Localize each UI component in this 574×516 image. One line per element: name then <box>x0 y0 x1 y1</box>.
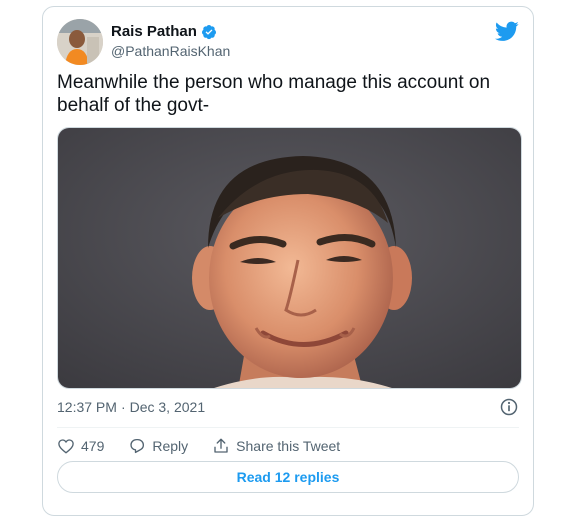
tweet-timestamp[interactable]: 12:37 PM · Dec 3, 2021 <box>57 399 205 415</box>
info-icon[interactable] <box>499 397 519 417</box>
verified-badge-icon <box>201 24 216 39</box>
author-name[interactable]: Rais Pathan <box>111 22 197 41</box>
tweet-header: Rais Pathan @PathanRaisKhan <box>57 19 521 67</box>
reply-button[interactable]: Reply <box>128 437 188 455</box>
author-handle[interactable]: @PathanRaisKhan <box>111 42 230 60</box>
share-icon <box>214 438 228 453</box>
share-label: Share this Tweet <box>236 438 341 454</box>
media-image <box>58 128 521 388</box>
twitter-bird-icon[interactable] <box>495 19 519 43</box>
like-count: 479 <box>81 438 105 454</box>
divider <box>57 427 519 428</box>
heart-icon <box>58 439 74 454</box>
tweet-date: Dec 3, 2021 <box>129 399 206 415</box>
tweet-media[interactable] <box>57 127 522 389</box>
timestamp-separator: · <box>120 399 126 415</box>
reply-label: Reply <box>152 438 189 454</box>
read-replies-button[interactable]: Read 12 replies <box>57 461 519 493</box>
share-button[interactable]: Share this Tweet <box>212 437 340 455</box>
avatar-image <box>57 19 103 65</box>
tweet-actions: 479 Reply Share this Tweet <box>57 435 364 457</box>
tweet-card[interactable]: Rais Pathan @PathanRaisKhan Meanwhile th… <box>42 6 534 516</box>
reply-icon <box>130 438 145 454</box>
author-block: Rais Pathan @PathanRaisKhan <box>111 22 230 60</box>
avatar[interactable] <box>57 19 103 65</box>
tweet-text: Meanwhile the person who manage this acc… <box>57 72 491 116</box>
like-button[interactable]: 479 <box>57 437 104 455</box>
tweet-time: 12:37 PM <box>57 399 117 415</box>
